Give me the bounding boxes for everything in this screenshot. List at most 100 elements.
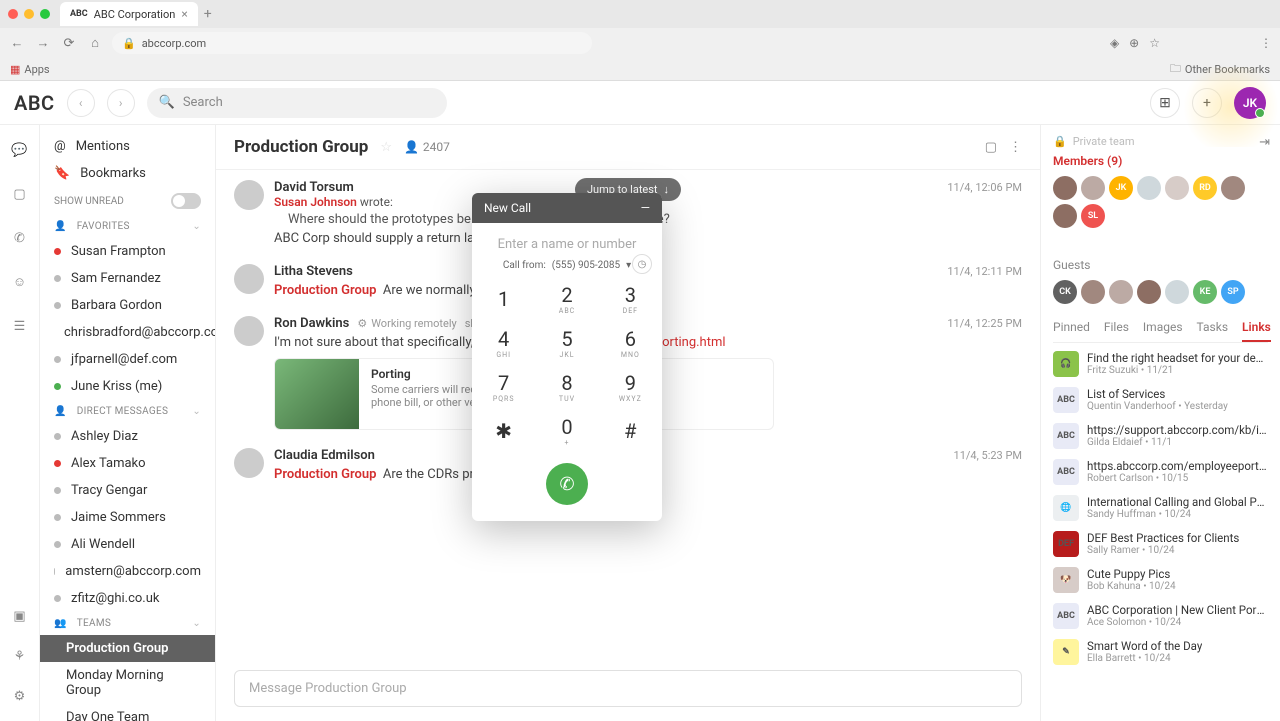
sidebar-favorite-item[interactable]: Sam Fernandez	[40, 265, 215, 292]
sidebar-favorite-item[interactable]: chrisbradford@abccorp.com	[40, 319, 215, 346]
dropdown-icon[interactable]: ▾	[626, 260, 631, 271]
home-icon[interactable]: ⌂	[86, 35, 104, 51]
menu-icon[interactable]: ⋮	[1260, 36, 1272, 50]
dialpad-key[interactable]: 1	[472, 277, 535, 321]
panel-tab[interactable]: Pinned	[1053, 320, 1090, 342]
apps-bookmark[interactable]: ▦ Apps	[10, 63, 50, 76]
panel-tab[interactable]: Tasks	[1197, 320, 1229, 342]
minimize-icon[interactable]: —	[641, 201, 650, 215]
panel-link-item[interactable]: ABCList of ServicesQuentin Vanderhoof • …	[1053, 387, 1268, 413]
user-avatar[interactable]: JK	[1234, 87, 1266, 119]
dialpad-key[interactable]: 4GHI	[472, 321, 535, 365]
search-input[interactable]: 🔍 Search	[147, 88, 447, 118]
guest-avatar[interactable]	[1137, 280, 1161, 304]
member-avatar[interactable]: JK	[1109, 176, 1133, 200]
avatar[interactable]	[234, 264, 264, 294]
sidebar-dm-item[interactable]: Alex Tamako	[40, 450, 215, 477]
dialpad-key[interactable]: 3DEF	[599, 277, 662, 321]
sidebar-dm-item[interactable]: Jaime Sommers	[40, 504, 215, 531]
guest-avatar[interactable]: SP	[1221, 280, 1245, 304]
rail-contacts-icon[interactable]: ☺	[9, 271, 31, 293]
member-avatar[interactable]: RD	[1193, 176, 1217, 200]
extension-icon[interactable]: ◈	[1110, 36, 1119, 50]
sidebar-team-item[interactable]: Production Group	[40, 635, 215, 662]
rail-settings-icon[interactable]: ⚙	[9, 685, 31, 707]
add-button[interactable]: +	[1192, 88, 1222, 118]
dialpad-key[interactable]: 9WXYZ	[599, 365, 662, 409]
call-button[interactable]: ✆	[546, 463, 588, 505]
rail-tools-icon[interactable]: ⚘	[9, 645, 31, 667]
rail-messages-icon[interactable]: 💬	[9, 139, 31, 161]
avatar[interactable]	[234, 316, 264, 346]
dialpad-key[interactable]: ✱	[472, 409, 535, 453]
from-number-select[interactable]: (555) 905-2085	[552, 260, 620, 271]
dialpad-key[interactable]: 0+	[535, 409, 598, 453]
member-avatar[interactable]	[1221, 176, 1245, 200]
dialpad-key[interactable]: 8TUV	[535, 365, 598, 409]
member-avatar[interactable]: SL	[1081, 204, 1105, 228]
sidebar-favorite-item[interactable]: Barbara Gordon	[40, 292, 215, 319]
guest-avatar[interactable]: CK	[1053, 280, 1077, 304]
star-icon[interactable]: ☆	[1149, 36, 1160, 50]
member-avatar[interactable]	[1053, 176, 1077, 200]
dialpad-input[interactable]: Enter a name or number	[472, 223, 662, 260]
favorite-star-icon[interactable]: ☆	[380, 140, 392, 155]
members-header[interactable]: Members (9)	[1053, 154, 1268, 168]
sidebar-dm-item[interactable]: Ashley Diaz	[40, 423, 215, 450]
dialpad-key[interactable]: 7PQRS	[472, 365, 535, 409]
sidebar-team-item[interactable]: Day One Team	[40, 704, 215, 721]
teams-header[interactable]: 👥TEAMS⌄	[40, 612, 215, 635]
dialpad-key[interactable]: 6MNO	[599, 321, 662, 365]
avatar[interactable]	[234, 448, 264, 478]
address-bar[interactable]: 🔒 abccorp.com	[112, 32, 592, 54]
zoom-icon[interactable]: ⊕	[1129, 36, 1139, 50]
reload-icon[interactable]: ⟳	[60, 36, 78, 51]
member-avatar[interactable]	[1081, 176, 1105, 200]
panel-link-item[interactable]: 🎧Find the right headset for your device …	[1053, 351, 1268, 377]
nav-forward-button[interactable]: ›	[107, 89, 135, 117]
panel-link-item[interactable]: ✎Smart Word of the DayElla Barrett • 10/…	[1053, 639, 1268, 665]
dm-header[interactable]: 👤DIRECT MESSAGES⌄	[40, 400, 215, 423]
member-avatar[interactable]	[1137, 176, 1161, 200]
member-avatar[interactable]	[1053, 204, 1077, 228]
dialpad-key[interactable]: 2ABC	[535, 277, 598, 321]
toggle-icon[interactable]	[171, 193, 201, 209]
other-bookmarks[interactable]: 🗀 Other Bookmarks	[1170, 60, 1270, 79]
dialpad-key[interactable]: #	[599, 409, 662, 453]
sidebar-mentions[interactable]: @Mentions	[40, 133, 215, 160]
sidebar-dm-item[interactable]: Ali Wendell	[40, 531, 215, 558]
rail-phone-icon[interactable]: ✆	[9, 227, 31, 249]
browser-tab[interactable]: ABC ABC Corporation ×	[60, 2, 198, 26]
panel-tab[interactable]: Images	[1143, 320, 1183, 342]
panel-tab[interactable]: Links	[1242, 320, 1271, 342]
sidebar-favorite-item[interactable]: jfparnell@def.com	[40, 346, 215, 373]
panel-link-item[interactable]: DEFDEF Best Practices for ClientsSally R…	[1053, 531, 1268, 557]
guest-avatar[interactable]	[1081, 280, 1105, 304]
chat-more-icon[interactable]: ⋮	[1009, 140, 1022, 155]
guest-avatar[interactable]	[1109, 280, 1133, 304]
message-composer[interactable]: Message Production Group	[234, 670, 1022, 707]
rail-apps-icon[interactable]: ▣	[9, 605, 31, 627]
video-call-icon[interactable]: ▢	[985, 140, 997, 155]
guest-avatar[interactable]	[1165, 280, 1189, 304]
history-icon[interactable]: ◷	[632, 254, 652, 274]
new-tab-button[interactable]: +	[204, 6, 212, 22]
back-icon[interactable]: ←	[8, 35, 26, 51]
panel-link-item[interactable]: 🐶Cute Puppy PicsBob Kahuna • 10/24	[1053, 567, 1268, 593]
dialpad-button[interactable]: ⊞	[1150, 88, 1180, 118]
window-controls[interactable]	[8, 9, 50, 19]
panel-link-item[interactable]: 🌐International Calling and Global Phone.…	[1053, 495, 1268, 521]
panel-link-item[interactable]: ABChttps.abccorp.com/employeeportal/docs…	[1053, 459, 1268, 485]
show-unread-toggle[interactable]: SHOW UNREAD	[40, 187, 215, 215]
guest-avatar[interactable]: KE	[1193, 280, 1217, 304]
panel-tab[interactable]: Files	[1104, 320, 1129, 342]
panel-link-item[interactable]: ABCABC Corporation | New Client PortalAc…	[1053, 603, 1268, 629]
rail-video-icon[interactable]: ▢	[9, 183, 31, 205]
close-tab-icon[interactable]: ×	[181, 7, 187, 21]
nav-back-button[interactable]: ‹	[67, 89, 95, 117]
dialpad-key[interactable]: 5JKL	[535, 321, 598, 365]
sidebar-dm-item[interactable]: amstern@abccorp.com	[40, 558, 215, 585]
member-count[interactable]: 👤2407	[404, 140, 450, 154]
sidebar-favorite-item[interactable]: Susan Frampton	[40, 238, 215, 265]
sidebar-favorite-item[interactable]: June Kriss (me)	[40, 373, 215, 400]
